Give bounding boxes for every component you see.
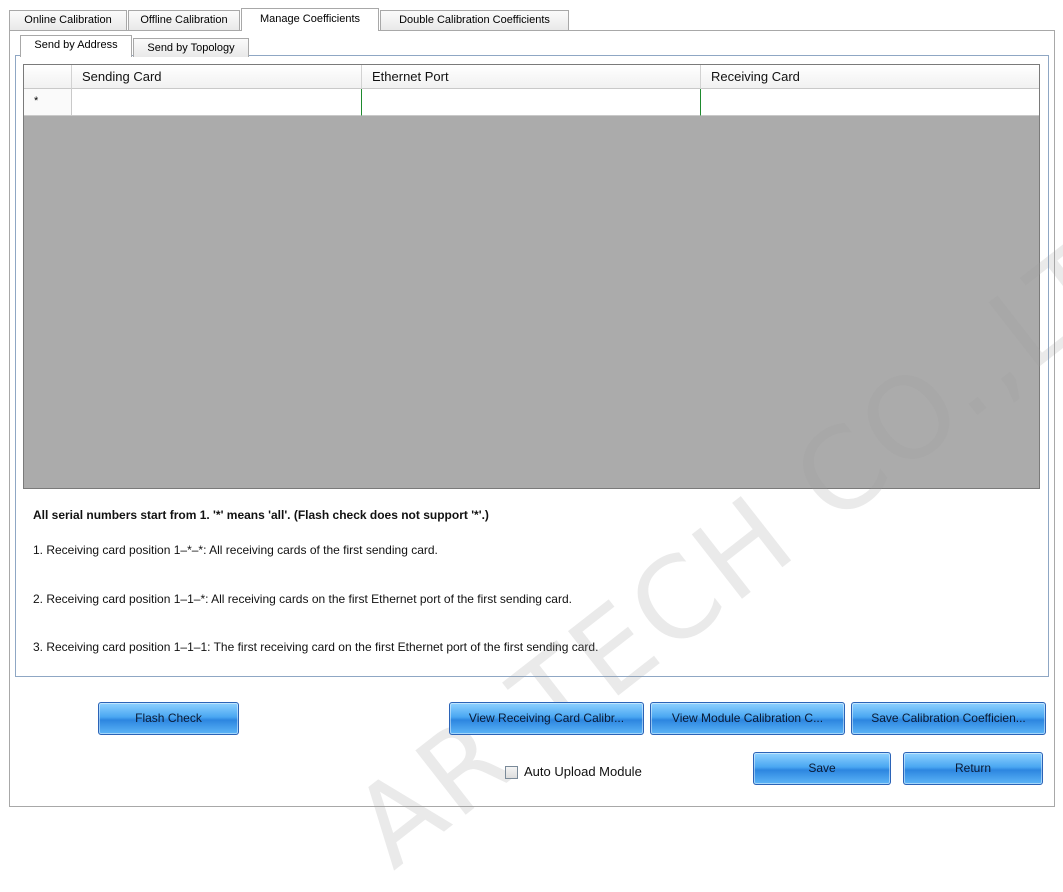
tab-send-by-topology[interactable]: Send by Topology (133, 38, 249, 57)
tab-manage-coefficients[interactable]: Manage Coefficients (241, 8, 379, 31)
flash-check-button[interactable]: Flash Check (98, 702, 239, 735)
auto-upload-checkbox[interactable] (505, 766, 518, 779)
cell-sending-card[interactable] (72, 89, 362, 116)
note-item-3: 3. Receiving card position 1–1–1: The fi… (33, 640, 599, 654)
tab-online-calibration[interactable]: Online Calibration (9, 10, 127, 30)
view-receiving-card-calibration-button[interactable]: View Receiving Card Calibr... (449, 702, 644, 735)
return-button[interactable]: Return (903, 752, 1043, 785)
view-module-calibration-button[interactable]: View Module Calibration C... (650, 702, 845, 735)
new-row-header[interactable]: * (24, 89, 72, 116)
tab-double-calibration-coefficients[interactable]: Double Calibration Coefficients (380, 10, 569, 30)
notes-heading: All serial numbers start from 1. '*' mea… (33, 508, 489, 522)
save-button[interactable]: Save (753, 752, 891, 785)
column-header-ethernet-port[interactable]: Ethernet Port (362, 65, 701, 89)
tab-offline-calibration[interactable]: Offline Calibration (128, 10, 240, 30)
cell-receiving-card[interactable] (701, 89, 1039, 116)
note-item-2: 2. Receiving card position 1–1–*: All re… (33, 592, 572, 606)
note-item-1: 1. Receiving card position 1–*–*: All re… (33, 543, 438, 557)
new-row-marker: * (34, 95, 39, 107)
column-header-sending-card[interactable]: Sending Card (72, 65, 362, 89)
cell-ethernet-port[interactable] (362, 89, 701, 116)
save-calibration-coefficients-button[interactable]: Save Calibration Coefficien... (851, 702, 1046, 735)
address-grid[interactable]: Sending Card Ethernet Port Receiving Car… (23, 64, 1040, 489)
row-header-corner (24, 65, 72, 89)
column-header-receiving-card[interactable]: Receiving Card (701, 65, 1039, 89)
auto-upload-label[interactable]: Auto Upload Module (524, 764, 642, 779)
tab-send-by-address[interactable]: Send by Address (20, 35, 132, 57)
